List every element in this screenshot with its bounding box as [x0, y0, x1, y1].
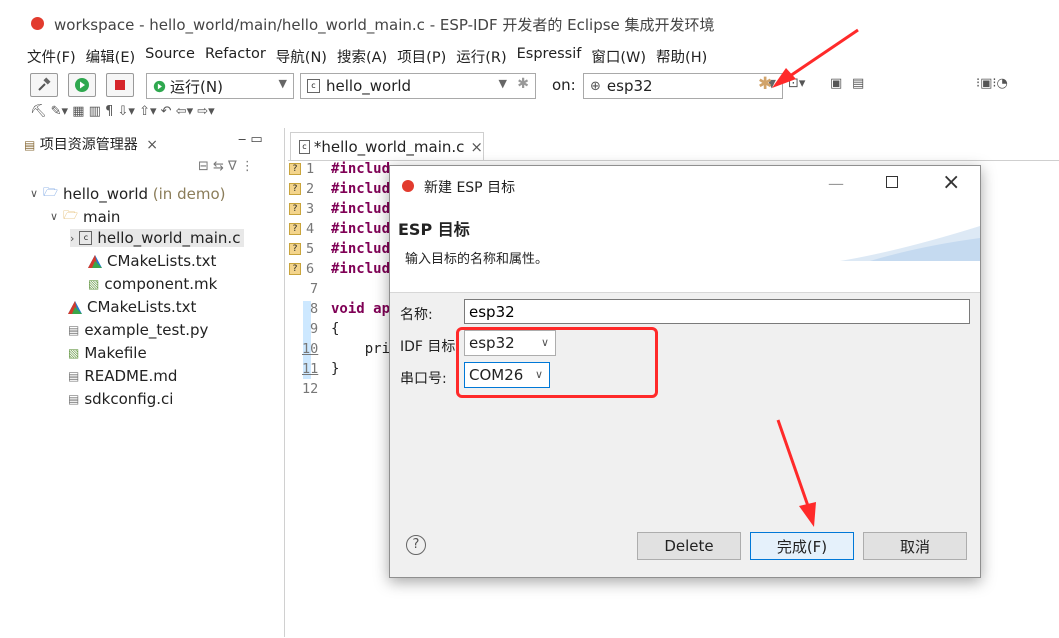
annotation-arrows	[772, 28, 859, 527]
arrow-head-icon	[799, 502, 816, 527]
arrow-line	[776, 419, 810, 507]
arrow-line	[789, 28, 859, 78]
arrow-head-icon	[772, 68, 796, 88]
